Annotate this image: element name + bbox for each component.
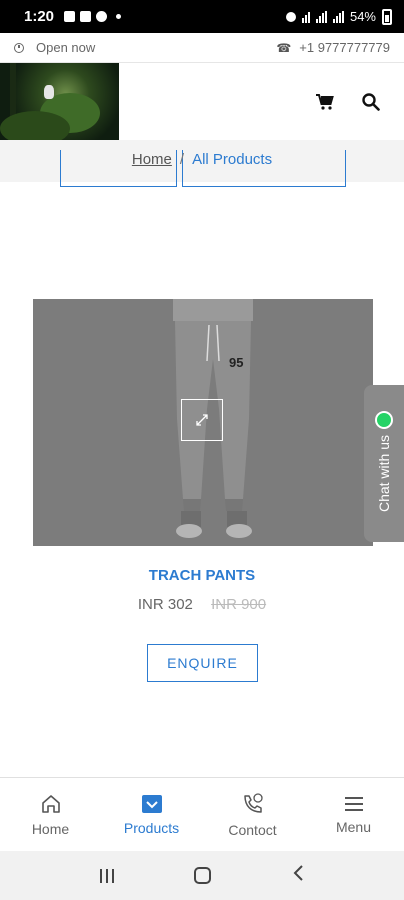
chat-with-us-tab[interactable]: Chat with us [364, 385, 404, 542]
menu-icon [344, 796, 363, 811]
notification-icons [64, 11, 122, 22]
youtube-notification-icon [80, 11, 92, 22]
phone-icon: ☎ [276, 40, 292, 55]
chat-label: Chat with us [376, 435, 392, 513]
home-button[interactable] [194, 867, 212, 884]
phone-link[interactable]: ☎ +1 9777777779 [276, 40, 390, 55]
status-bar: 1:20 54% [0, 0, 404, 33]
nav-contact[interactable]: Contoct [202, 778, 303, 851]
system-nav-bar [0, 851, 404, 900]
zoom-button[interactable] [181, 399, 223, 441]
breadcrumb-current[interactable]: All Products [192, 151, 272, 168]
nav-contact-label: Contoct [228, 821, 277, 838]
cart-icon[interactable] [316, 93, 334, 110]
nav-menu[interactable]: Menu [303, 778, 404, 851]
more-notifications-icon [116, 14, 122, 19]
contact-icon [243, 792, 263, 813]
back-icon [293, 865, 303, 881]
signal-2-icon [332, 10, 344, 23]
jersey-number: 95 [229, 355, 243, 370]
whatsapp-notification-icon [96, 11, 108, 22]
breadcrumb-separator: / [179, 151, 185, 168]
bottom-nav: Home Products Contoct Menu [0, 777, 404, 851]
logo-figure [44, 85, 54, 99]
open-status: Open now [36, 40, 96, 55]
store-logo[interactable] [0, 63, 119, 140]
nav-products[interactable]: Products [101, 778, 202, 851]
wifi-icon [301, 11, 310, 23]
breadcrumb: Home / All Products [0, 151, 404, 168]
header [0, 63, 404, 140]
info-bar: Open now ☎ +1 9777777779 [0, 33, 404, 63]
home-icon [41, 794, 60, 813]
back-button[interactable] [292, 864, 304, 887]
battery-icon [382, 8, 392, 25]
product-price: INR 302 [137, 596, 193, 613]
nav-home[interactable]: Home [0, 778, 101, 851]
breadcrumb-home[interactable]: Home [132, 151, 172, 168]
product-image[interactable]: 95 [33, 299, 373, 546]
alarm-icon [285, 11, 296, 22]
nav-products-label: Products [123, 819, 180, 836]
clock-icon [14, 42, 24, 53]
search-icon[interactable] [362, 92, 380, 111]
price-row: INR 302 INR 900 [0, 596, 404, 613]
nav-menu-label: Menu [335, 818, 372, 835]
app-screen: 1:20 54% Open now ☎ +1 9777777779 Home /… [0, 0, 404, 900]
expand-icon [196, 414, 208, 426]
enquire-button[interactable]: ENQUIRE [147, 644, 258, 682]
nav-home-label: Home [31, 820, 70, 837]
status-right: 54% [285, 8, 392, 25]
products-icon [141, 794, 162, 813]
product-old-price: INR 900 [211, 596, 267, 613]
phone-number: +1 9777777779 [299, 40, 390, 55]
gallery-notification-icon [64, 11, 76, 22]
recents-button[interactable] [100, 868, 115, 883]
logo-moss-2 [0, 111, 70, 140]
product-name[interactable]: TRACH PANTS [0, 567, 404, 584]
header-actions [316, 92, 380, 111]
battery-percent: 54% [349, 9, 376, 24]
status-time: 1:20 [24, 8, 55, 25]
signal-1-icon [315, 10, 327, 23]
whatsapp-icon [375, 411, 393, 429]
